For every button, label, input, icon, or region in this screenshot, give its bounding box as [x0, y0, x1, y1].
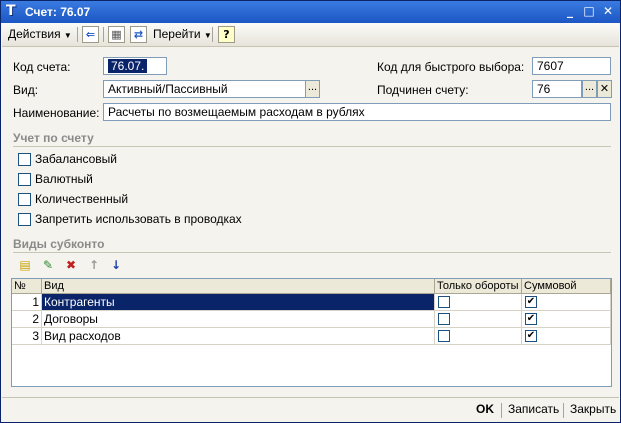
goto-menu-button[interactable]: Перейти ▼: [153, 25, 212, 44]
type-label: Вид:: [13, 83, 39, 97]
section-divider: [13, 252, 611, 253]
type-choose-button[interactable]: ...: [305, 80, 320, 98]
section-divider: [13, 146, 611, 147]
app-icon: Т: [6, 3, 16, 19]
turnover-only-checkbox[interactable]: [438, 296, 450, 308]
name-label: Наименование:: [13, 106, 100, 120]
goto-menu-label: Перейти: [153, 27, 201, 41]
parent-account-input[interactable]: 76: [532, 80, 582, 98]
parent-account-label: Подчинен счету:: [377, 83, 469, 97]
parent-account-clear-icon[interactable]: ✕: [597, 80, 612, 98]
quantity-checkbox[interactable]: [18, 193, 31, 206]
toolbar-separator: [212, 27, 213, 42]
table-row-num: 2: [12, 311, 42, 328]
minimize-button[interactable]: _: [562, 4, 578, 19]
actions-menu-button[interactable]: Действия ▼: [8, 25, 72, 44]
forbid-postings-label: Запретить использовать в проводках: [35, 212, 242, 226]
table-row-sum[interactable]: ✔: [522, 328, 611, 345]
delete-row-icon[interactable]: ✖: [63, 257, 79, 273]
table-row-num: 1: [12, 294, 42, 311]
window-title: Счет: 76.07: [25, 5, 91, 19]
code-value: 76.07.: [108, 59, 148, 73]
dropdown-arrow-icon: ▼: [63, 31, 72, 40]
currency-label: Валютный: [35, 172, 93, 186]
quantity-label: Количественный: [35, 192, 129, 206]
off-balance-checkbox[interactable]: [18, 153, 31, 166]
accounting-section-title: Учет по счету: [13, 131, 94, 145]
ok-button[interactable]: OK: [476, 402, 494, 416]
footer-separator: [501, 403, 502, 418]
toolbar-separator: [103, 27, 104, 42]
code-label: Код счета:: [13, 60, 71, 74]
turnover-only-checkbox[interactable]: [438, 330, 450, 342]
table-row-kind[interactable]: Контрагенты: [42, 294, 435, 311]
code-input[interactable]: 76.07.: [103, 57, 167, 75]
dropdown-arrow-icon: ▼: [203, 31, 212, 40]
subconto-table[interactable]: № Вид Только обороты Суммовой 1 Контраге…: [11, 278, 612, 387]
close-window-button[interactable]: ✕: [600, 4, 616, 19]
close-button[interactable]: Закрыть: [570, 402, 616, 416]
title-bar[interactable]: Т Счет: 76.07 _ □ ✕: [1, 1, 620, 23]
currency-checkbox[interactable]: [18, 173, 31, 186]
sum-checkbox[interactable]: ✔: [525, 313, 537, 325]
forbid-postings-checkbox[interactable]: [18, 213, 31, 226]
toolbar-separator: [77, 27, 78, 42]
maximize-button[interactable]: □: [581, 4, 597, 19]
table-row-kind[interactable]: Вид расходов: [42, 328, 435, 345]
column-header-kind[interactable]: Вид: [42, 279, 435, 294]
quick-code-label: Код для быстрого выбора:: [377, 60, 525, 74]
type-select[interactable]: Активный/Пассивный: [103, 80, 306, 98]
off-balance-label: Забалансовый: [35, 152, 118, 166]
move-up-icon[interactable]: ↑: [86, 257, 102, 273]
add-row-icon[interactable]: ▤: [17, 257, 33, 273]
actions-menu-label: Действия: [8, 27, 61, 41]
move-down-icon[interactable]: ↓: [108, 257, 124, 273]
quick-code-input[interactable]: 7607: [532, 57, 611, 75]
table-row-sum[interactable]: ✔: [522, 294, 611, 311]
bottom-bar: OK Записать Закрыть: [2, 397, 619, 422]
subconto-section-title: Виды субконто: [13, 237, 105, 251]
toolbar: Действия ▼ ⇐ ▦ ⇄ Перейти ▼ ?: [2, 23, 619, 47]
transfer-icon[interactable]: ⇄: [130, 26, 147, 43]
column-header-sum[interactable]: Суммовой: [522, 279, 611, 294]
help-icon[interactable]: ?: [218, 26, 235, 43]
table-row-sum[interactable]: ✔: [522, 311, 611, 328]
go-back-icon[interactable]: ⇐: [82, 26, 99, 43]
parent-account-choose-button[interactable]: ...: [582, 80, 597, 98]
table-row-turnover-only[interactable]: [435, 294, 522, 311]
edit-row-icon[interactable]: ✎: [40, 257, 56, 273]
table-row-turnover-only[interactable]: [435, 311, 522, 328]
name-input[interactable]: Расчеты по возмещаемым расходам в рублях: [103, 103, 611, 121]
column-header-num[interactable]: №: [12, 279, 42, 294]
turnover-only-checkbox[interactable]: [438, 313, 450, 325]
save-button[interactable]: Записать: [508, 402, 559, 416]
footer-separator: [563, 403, 564, 418]
table-row-turnover-only[interactable]: [435, 328, 522, 345]
sum-checkbox[interactable]: ✔: [525, 330, 537, 342]
structure-icon[interactable]: ▦: [108, 26, 125, 43]
sum-checkbox[interactable]: ✔: [525, 296, 537, 308]
column-header-turnover-only[interactable]: Только обороты: [435, 279, 522, 294]
table-row-num: 3: [12, 328, 42, 345]
table-row-kind[interactable]: Договоры: [42, 311, 435, 328]
account-form-window: Т Счет: 76.07 _ □ ✕ Действия ▼ ⇐ ▦ ⇄ Пер…: [0, 0, 621, 423]
